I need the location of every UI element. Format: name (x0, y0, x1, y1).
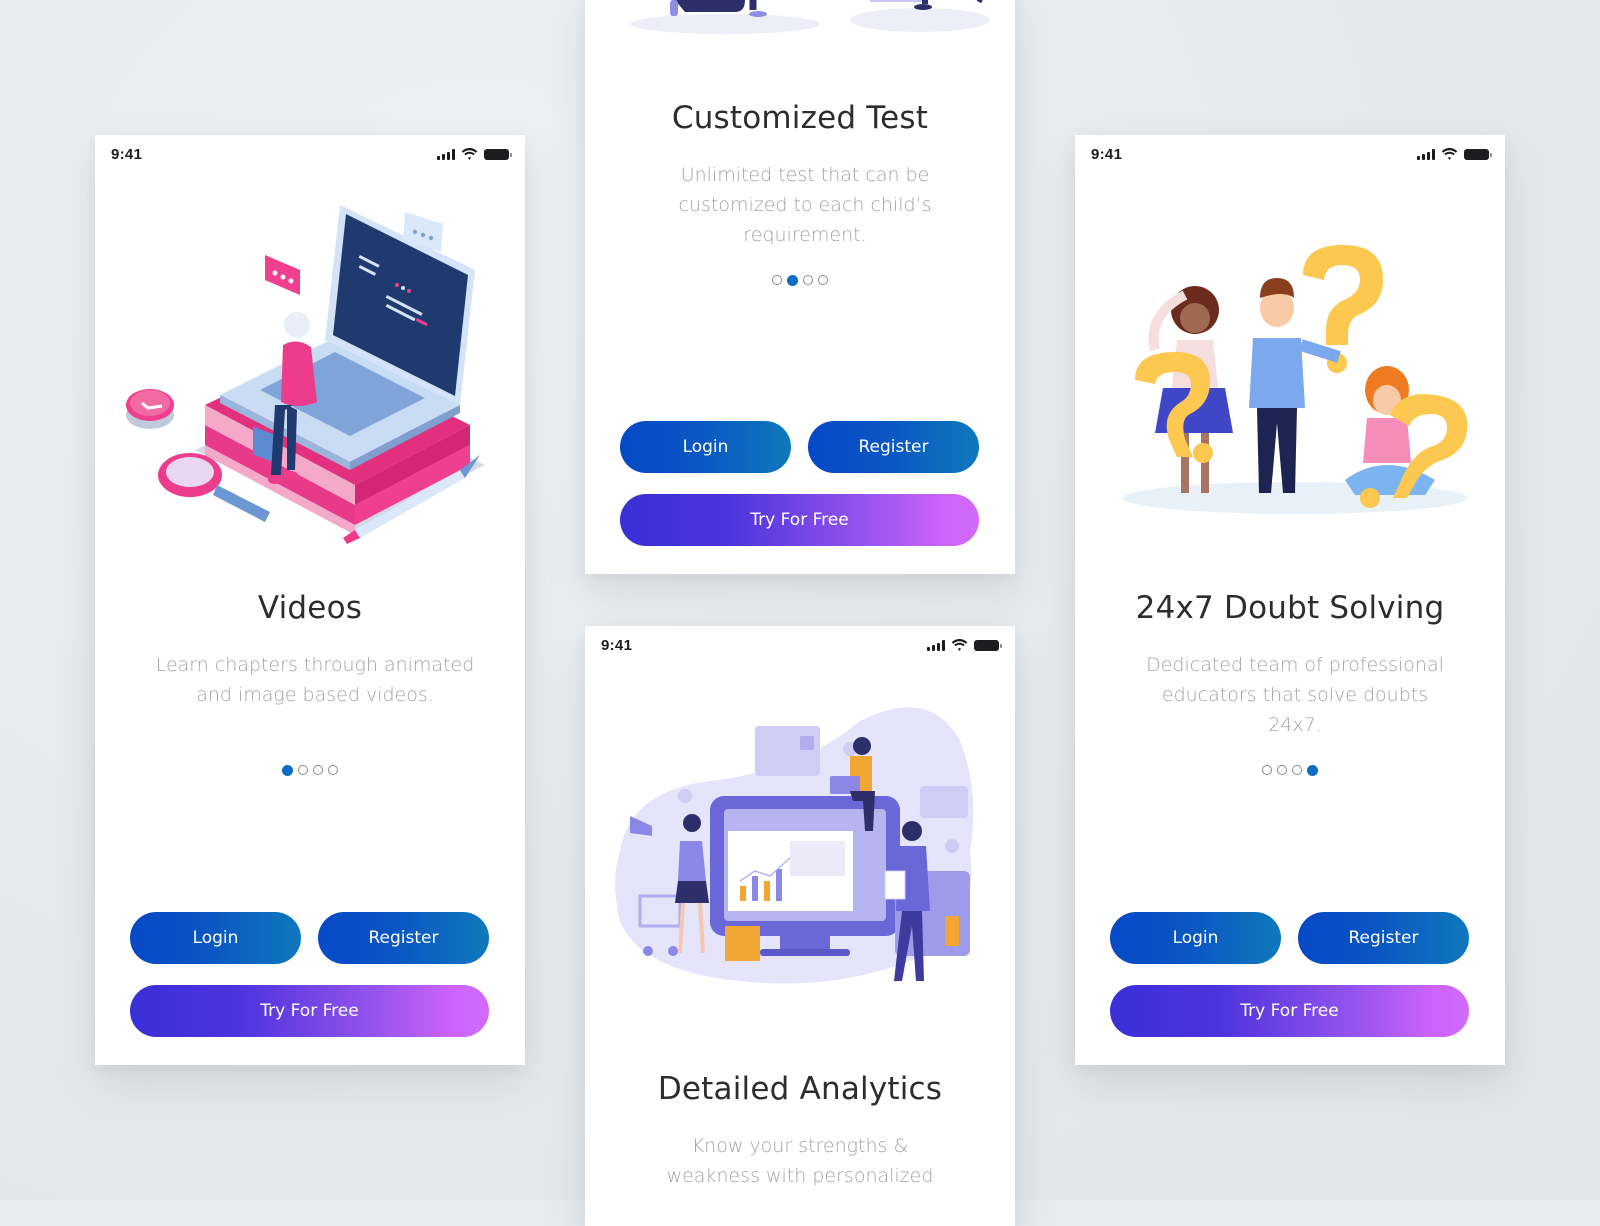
page-dot-2[interactable] (1277, 765, 1287, 775)
login-button[interactable]: Login (130, 912, 301, 964)
people-kneeling-illustration (630, 0, 990, 34)
try-for-free-button[interactable]: Try For Free (1110, 985, 1469, 1037)
wifi-icon (461, 148, 478, 160)
page-dot-4[interactable] (328, 765, 338, 775)
screen-title: Customized Test (671, 100, 929, 136)
onboarding-screen-customized-test: Customized Test Unlimited test that can … (585, 0, 1015, 574)
register-button[interactable]: Register (1298, 912, 1469, 964)
wifi-icon (1441, 148, 1458, 160)
login-button[interactable]: Login (620, 421, 791, 473)
register-button[interactable]: Register (318, 912, 489, 964)
status-time: 9:41 (111, 146, 143, 163)
register-button[interactable]: Register (808, 421, 979, 473)
screen-description: Learn chapters through animated and imag… (155, 654, 475, 706)
onboarding-screen-doubt-solving: 9:41 24x7 Doubt Solving Dedicated team o… (1075, 135, 1505, 1065)
page-dot-2[interactable] (298, 765, 308, 775)
status-bar: 9:41 (95, 135, 525, 175)
screen-title: Videos (257, 590, 363, 626)
page-dot-2[interactable] (787, 275, 798, 286)
onboarding-screen-detailed-analytics: 9:41 Detailed Analytics Know your streng… (585, 626, 1015, 1226)
screen-title: Detailed Analytics (657, 1071, 943, 1107)
laptop-on-books-illustration (126, 205, 485, 544)
try-for-free-button[interactable]: Try For Free (620, 494, 979, 546)
battery-icon (1464, 148, 1492, 160)
page-dot-1[interactable] (1262, 765, 1272, 775)
cellular-signal-icon (927, 639, 945, 651)
status-bar: 9:41 (585, 626, 1015, 666)
page-dot-1[interactable] (282, 765, 293, 776)
page-dot-3[interactable] (313, 765, 323, 775)
page-dot-1[interactable] (772, 275, 782, 285)
question-marks-people-illustration (1123, 245, 1468, 514)
cellular-signal-icon (1417, 148, 1435, 160)
cellular-signal-icon (437, 148, 455, 160)
status-bar: 9:41 (1075, 135, 1505, 175)
onboarding-screen-videos: 9:41 Videos Learn chapters through anima… (95, 135, 525, 1065)
battery-icon (484, 148, 512, 160)
wifi-icon (951, 639, 968, 651)
page-dot-3[interactable] (803, 275, 813, 285)
screen-title: 24x7 Doubt Solving (1135, 590, 1445, 626)
login-button[interactable]: Login (1110, 912, 1281, 964)
pagination-dots (1075, 765, 1505, 776)
pagination-dots (585, 275, 1015, 286)
screen-description: Know your strengths & weakness with pers… (666, 1135, 934, 1187)
status-time: 9:41 (1091, 146, 1123, 163)
page-dot-4[interactable] (1307, 765, 1318, 776)
page-dot-3[interactable] (1292, 765, 1302, 775)
status-time: 9:41 (601, 637, 633, 654)
analytics-dashboard-illustration (615, 707, 974, 984)
pagination-dots (95, 765, 525, 776)
try-for-free-button[interactable]: Try For Free (130, 985, 489, 1037)
page-dot-4[interactable] (818, 275, 828, 285)
screen-description: Unlimited test that can be customized to… (678, 164, 932, 246)
screen-description: Dedicated team of professional educators… (1146, 654, 1444, 736)
battery-icon (974, 639, 1002, 651)
